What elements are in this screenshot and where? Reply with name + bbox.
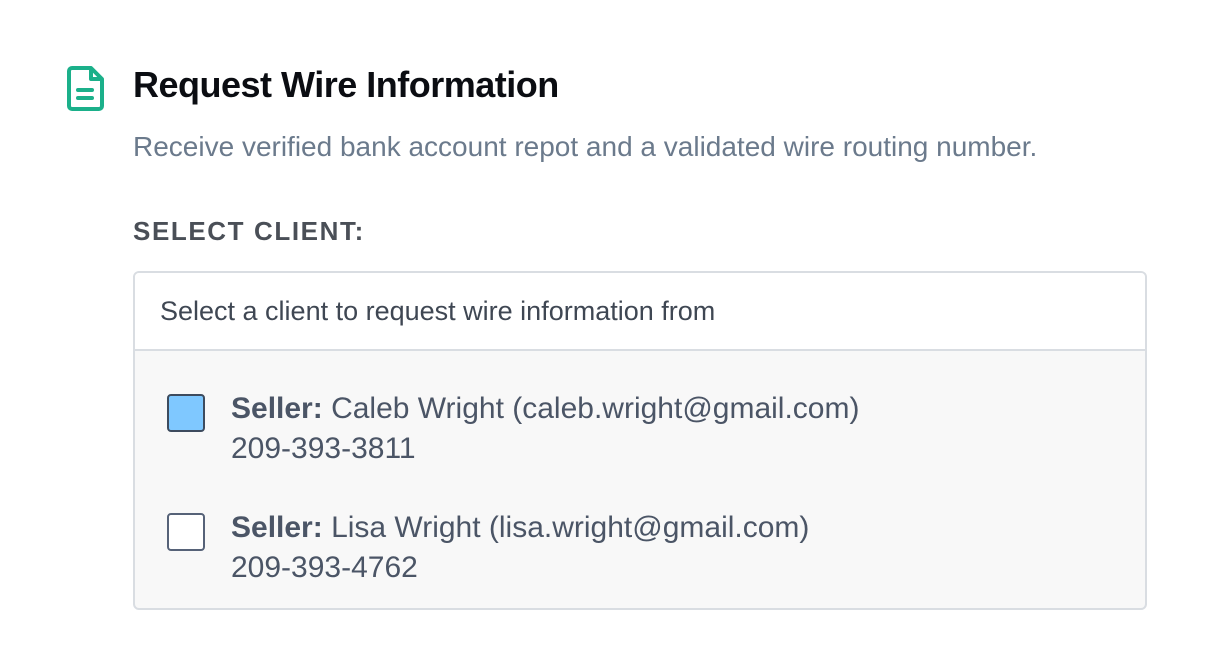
select-client-label: SELECT CLIENT:	[133, 216, 365, 246]
document-icon	[67, 66, 104, 111]
client-checkbox-unchecked[interactable]	[167, 513, 205, 551]
client-role: Seller:	[231, 392, 323, 425]
client-select-panel: Select a client to request wire informat…	[133, 271, 1147, 610]
client-select-prompt: Select a client to request wire informat…	[135, 273, 1145, 351]
page-subtitle: Receive verified bank account repot and …	[133, 131, 1038, 162]
client-name-email: Caleb Wright (caleb.wright@gmail.com)	[331, 392, 860, 425]
client-info: Seller: Caleb Wright (caleb.wright@gmail…	[231, 389, 859, 469]
client-info: Seller: Lisa Wright (lisa.wright@gmail.c…	[231, 508, 809, 588]
client-phone: 209-393-3811	[231, 432, 416, 465]
client-phone: 209-393-4762	[231, 551, 418, 584]
client-role: Seller:	[231, 511, 323, 544]
client-checkbox-checked[interactable]	[167, 394, 205, 432]
client-name-email: Lisa Wright (lisa.wright@gmail.com)	[331, 511, 810, 544]
page-title: Request Wire Information	[133, 64, 559, 105]
